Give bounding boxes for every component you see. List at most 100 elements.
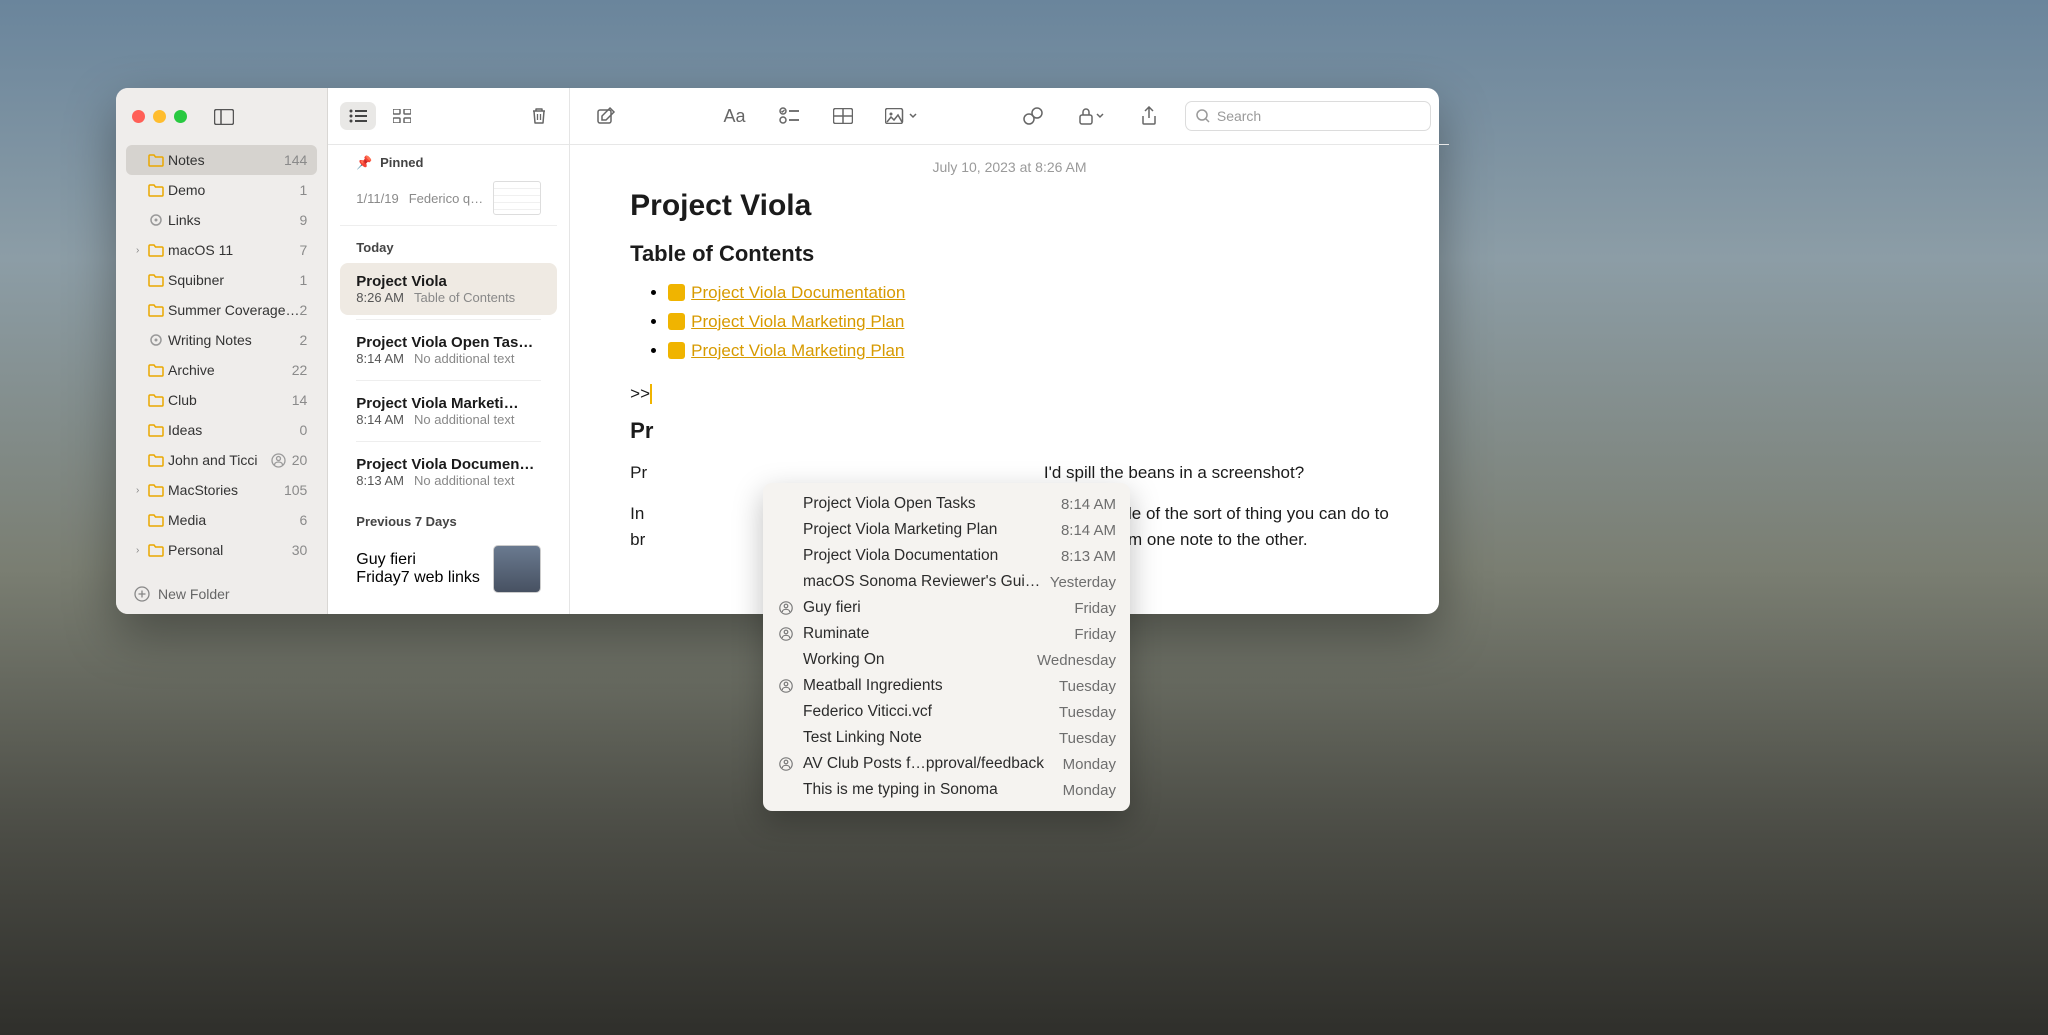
note-title: Project Viola Documen…: [356, 456, 541, 473]
note-date: Friday: [356, 569, 400, 586]
gallery-view-button[interactable]: [384, 102, 420, 130]
sidebar-folder[interactable]: Notes144: [126, 145, 317, 175]
note-list-item[interactable]: Project Viola Documen…8:13 AMNo addition…: [340, 446, 557, 498]
note-link[interactable]: Project Viola Documentation: [691, 283, 905, 302]
suggestion-time: Monday: [1063, 782, 1116, 799]
note-title: Project Viola: [630, 189, 1389, 223]
note-preview: No additional text: [414, 351, 514, 366]
suggestion-time: Tuesday: [1059, 730, 1116, 747]
sidebar-folder[interactable]: Demo1: [126, 175, 317, 205]
folder-label: MacStories: [168, 482, 284, 498]
search-input[interactable]: Search: [1185, 101, 1431, 131]
note-link[interactable]: Project Viola Marketing Plan: [691, 312, 904, 331]
popup-suggestion[interactable]: AV Club Posts f…pproval/feedbackMonday: [763, 751, 1130, 777]
checklist-button[interactable]: [771, 102, 807, 130]
new-folder-label: New Folder: [158, 586, 230, 602]
search-icon: [1196, 109, 1210, 123]
sidebar-folder[interactable]: ›Personal30: [126, 535, 317, 565]
sidebar-folder[interactable]: Writing Notes2: [126, 325, 317, 355]
popup-suggestion[interactable]: macOS Sonoma Reviewer's GuideYesterday: [763, 569, 1130, 595]
folder-label: Club: [168, 392, 292, 408]
list-view-button[interactable]: [340, 102, 376, 130]
suggestion-time: Monday: [1063, 756, 1116, 773]
popup-suggestion[interactable]: This is me typing in SonomaMonday: [763, 777, 1130, 803]
link-icon: [1022, 106, 1044, 126]
note-link-popup[interactable]: Project Viola Open Tasks8:14 AMProject V…: [763, 483, 1130, 811]
grid-icon: [393, 109, 411, 123]
note-list-item[interactable]: Project Viola Marketi…8:14 AMNo addition…: [340, 385, 557, 437]
suggestion-time: Tuesday: [1059, 678, 1116, 695]
list-toolbar: [328, 88, 569, 145]
folder-count: 1: [300, 182, 308, 198]
suggestion-title: Guy fieri: [803, 599, 1066, 617]
desktop-wallpaper: Notes144Demo1Links9›macOS 117Squibner1Su…: [0, 0, 2048, 1035]
popup-suggestion[interactable]: Project Viola Documentation8:13 AM: [763, 543, 1130, 569]
folder-icon: [148, 364, 168, 377]
pinned-note[interactable]: 1/11/19 Federico q…: [340, 177, 557, 226]
note-date: 8:14 AM: [356, 412, 404, 427]
suggestion-title: Project Viola Documentation: [803, 547, 1053, 565]
note-title: Project Viola Marketi…: [356, 395, 541, 412]
compose-button[interactable]: [588, 102, 624, 130]
pinned-label: Pinned: [380, 155, 423, 170]
sidebar-folder[interactable]: ›MacStories105: [126, 475, 317, 505]
note-link[interactable]: Project Viola Marketing Plan: [691, 341, 904, 360]
table-icon: [833, 108, 853, 124]
folder-label: macOS 11: [168, 242, 300, 258]
sidebar: Notes144Demo1Links9›macOS 117Squibner1Su…: [116, 88, 328, 614]
lock-button[interactable]: [1069, 102, 1113, 130]
sidebar-folder[interactable]: ›macOS 117: [126, 235, 317, 265]
popup-suggestion[interactable]: Project Viola Marketing Plan8:14 AM: [763, 517, 1130, 543]
sidebar-folder[interactable]: John and Ticci20: [126, 445, 317, 475]
popup-suggestion[interactable]: Working OnWednesday: [763, 647, 1130, 673]
folder-count: 30: [292, 542, 308, 558]
toggle-sidebar-icon[interactable]: [209, 104, 239, 130]
popup-suggestion[interactable]: Federico Viticci.vcfTuesday: [763, 699, 1130, 725]
folder-icon: [148, 274, 168, 287]
chevron-down-icon: [1096, 113, 1104, 119]
link-button[interactable]: [1015, 102, 1051, 130]
note-list-item[interactable]: Guy fieriFriday7 web links: [340, 535, 557, 603]
sidebar-folder[interactable]: Links9: [126, 205, 317, 235]
sidebar-folder[interactable]: Archive22: [126, 355, 317, 385]
suggestion-time: Friday: [1074, 626, 1116, 643]
suggestion-time: 8:14 AM: [1061, 496, 1116, 513]
link-trigger: >>: [630, 384, 1389, 405]
folder-list: Notes144Demo1Links9›macOS 117Squibner1Su…: [116, 145, 327, 574]
chevron-down-icon: [909, 113, 917, 119]
suggestion-time: Tuesday: [1059, 704, 1116, 721]
delete-button[interactable]: [521, 102, 557, 130]
popup-suggestion[interactable]: Meatball IngredientsTuesday: [763, 673, 1130, 699]
sidebar-folder[interactable]: Ideas0: [126, 415, 317, 445]
sidebar-folder[interactable]: Media6: [126, 505, 317, 535]
folder-icon: [148, 514, 168, 527]
folder-count: 14: [292, 392, 308, 408]
format-button[interactable]: Aa: [717, 102, 753, 130]
sidebar-folder[interactable]: Squibner1: [126, 265, 317, 295]
gear-icon: [148, 332, 168, 348]
table-button[interactable]: [825, 102, 861, 130]
zoom-traffic-light[interactable]: [174, 110, 187, 123]
folder-label: Summer Coverage…: [168, 302, 300, 318]
sidebar-folder[interactable]: Summer Coverage…2: [126, 295, 317, 325]
notes-list: 📌 Pinned 1/11/19 Federico q… Today Proje…: [328, 145, 569, 614]
folder-count: 0: [300, 422, 308, 438]
popup-suggestion[interactable]: RuminateFriday: [763, 621, 1130, 647]
new-folder-button[interactable]: New Folder: [116, 574, 327, 614]
media-button[interactable]: [879, 102, 923, 130]
folder-label: Links: [168, 212, 300, 228]
today-section-label: Today: [340, 230, 557, 261]
note-list-item[interactable]: Project Viola Open Tas…8:14 AMNo additio…: [340, 324, 557, 376]
suggestion-time: 8:14 AM: [1061, 522, 1116, 539]
popup-suggestion[interactable]: Test Linking NoteTuesday: [763, 725, 1130, 751]
note-list-item[interactable]: Project Viola8:26 AMTable of Contents: [340, 263, 557, 315]
close-traffic-light[interactable]: [132, 110, 145, 123]
share-button[interactable]: [1131, 102, 1167, 130]
pinned-preview: Federico q…: [409, 191, 483, 206]
note-date: July 10, 2023 at 8:26 AM: [630, 159, 1389, 175]
folder-label: Demo: [168, 182, 300, 198]
minimize-traffic-light[interactable]: [153, 110, 166, 123]
sidebar-folder[interactable]: Club14: [126, 385, 317, 415]
popup-suggestion[interactable]: Project Viola Open Tasks8:14 AM: [763, 491, 1130, 517]
popup-suggestion[interactable]: Guy fieriFriday: [763, 595, 1130, 621]
